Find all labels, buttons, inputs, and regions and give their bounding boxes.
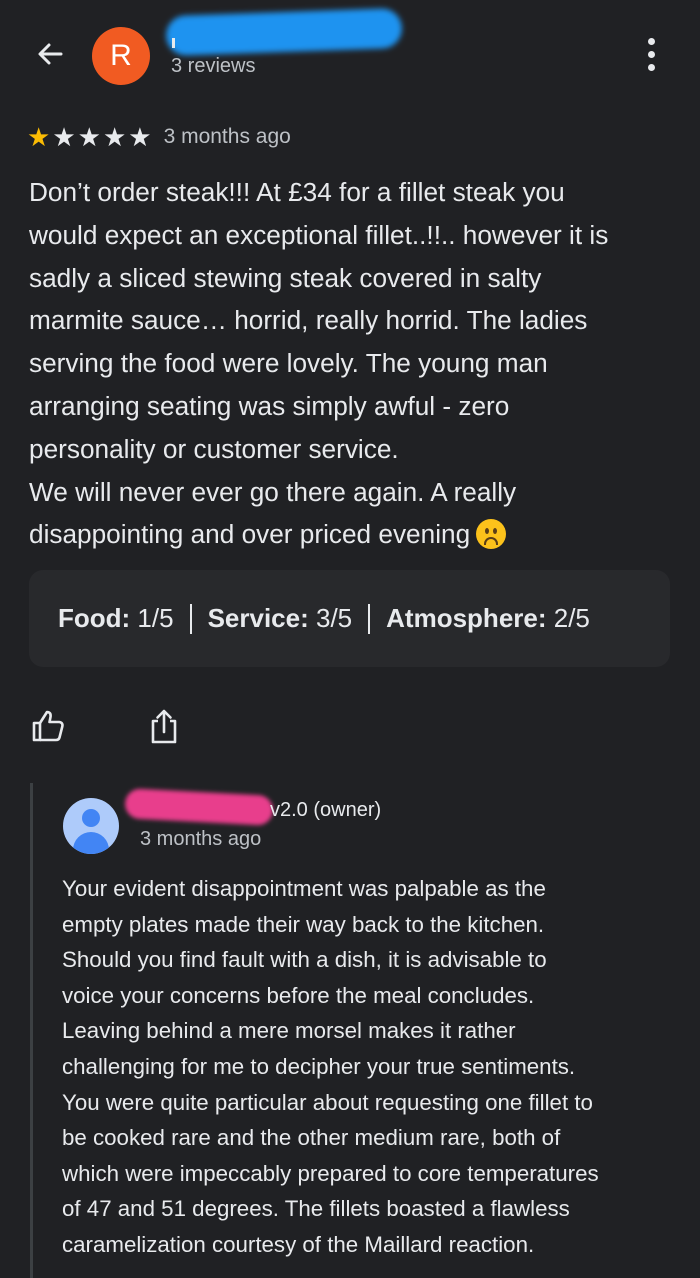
avatar-letter: R bbox=[110, 39, 132, 72]
like-button[interactable] bbox=[30, 706, 66, 746]
owner-reply: v2.0 (owner) 3 months ago Your evident d… bbox=[30, 783, 700, 1278]
reviewer-avatar[interactable]: R bbox=[92, 27, 150, 85]
reviewer-name-redacted bbox=[165, 7, 403, 57]
review-actions bbox=[30, 706, 182, 746]
divider bbox=[189, 603, 192, 634]
star-empty-icon: ★ bbox=[102, 122, 127, 152]
sub-ratings-card: Food: 1/5 Service: 3/5 Atmosphere: 2/5 bbox=[29, 570, 670, 667]
thumbs-up-icon bbox=[32, 710, 64, 742]
review-header: R 3 reviews bbox=[0, 0, 700, 110]
sad-face-emoji bbox=[476, 519, 507, 550]
atmosphere-rating-label: Atmosphere: bbox=[386, 603, 547, 633]
review-date: 3 months ago bbox=[163, 125, 291, 148]
more-options-button[interactable] bbox=[634, 34, 668, 74]
service-rating-label: Service: bbox=[207, 603, 309, 633]
food-rating-value: 1/5 bbox=[137, 603, 174, 633]
owner-avatar bbox=[63, 798, 119, 854]
owner-name-redacted bbox=[124, 788, 274, 826]
reviewer-name-fragment bbox=[172, 38, 175, 48]
share-button[interactable] bbox=[146, 706, 182, 746]
rating-row: ★ ★ ★ ★ ★ 3 months ago bbox=[27, 122, 291, 152]
more-vert-icon bbox=[647, 37, 655, 45]
arrow-back-icon bbox=[38, 43, 63, 65]
share-icon bbox=[151, 709, 177, 744]
service-rating-value: 3/5 bbox=[316, 603, 353, 633]
star-filled-icon: ★ bbox=[27, 122, 51, 152]
person-icon bbox=[82, 809, 100, 827]
owner-reply-text: Your evident disappointment was palpable… bbox=[62, 876, 599, 1257]
atmosphere-rating-value: 2/5 bbox=[553, 603, 590, 633]
owner-name: v2.0 (owner) bbox=[270, 799, 382, 821]
star-empty-icon: ★ bbox=[52, 122, 76, 152]
divider bbox=[368, 603, 371, 634]
owner-reply-date: 3 months ago bbox=[140, 828, 262, 850]
review-body: Don’t order steak!!! At £34 for a fillet… bbox=[29, 171, 679, 556]
star-empty-icon: ★ bbox=[128, 122, 152, 152]
food-rating-label: Food: bbox=[58, 603, 131, 633]
reviewer-review-count[interactable]: 3 reviews bbox=[171, 55, 255, 78]
star-empty-icon: ★ bbox=[77, 122, 101, 152]
review-text: Don’t order steak!!! At £34 for a fillet… bbox=[29, 177, 609, 550]
star-rating: ★ ★ ★ ★ ★ bbox=[27, 124, 152, 150]
back-button[interactable] bbox=[30, 34, 70, 74]
